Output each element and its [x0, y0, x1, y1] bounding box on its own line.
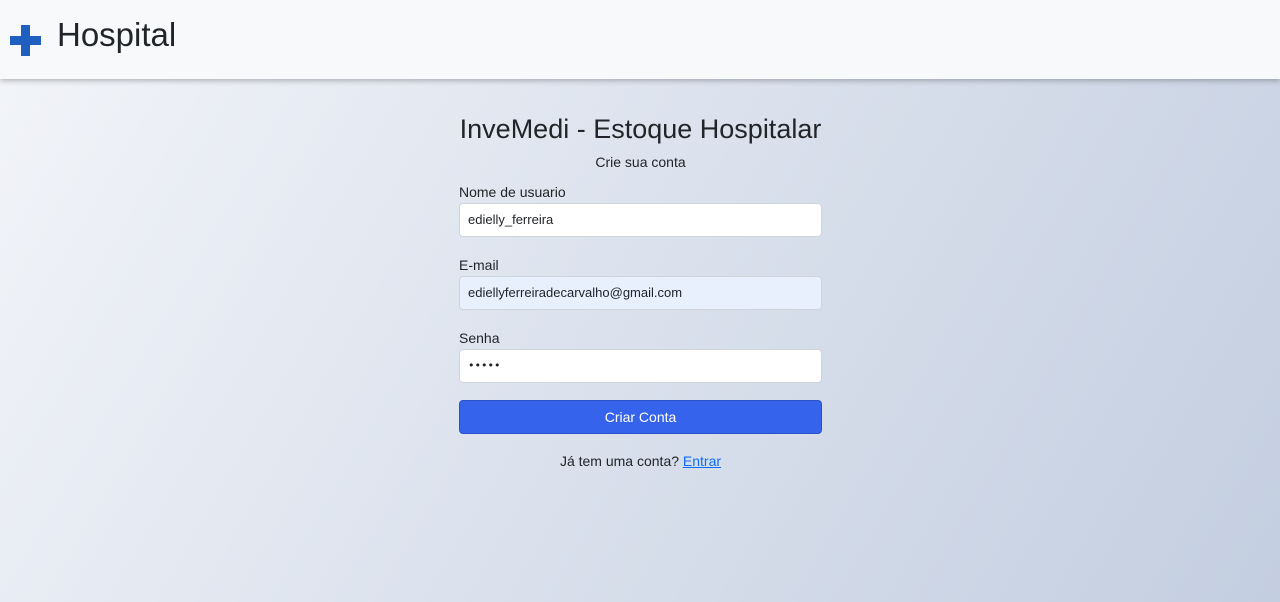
username-label: Nome de usuario — [459, 184, 566, 200]
signup-form: InveMedi - Estoque Hospitalar Crie sua c… — [459, 112, 822, 470]
password-label: Senha — [459, 330, 500, 346]
create-account-button[interactable]: Criar Conta — [459, 400, 822, 434]
email-label: E-mail — [459, 257, 499, 273]
username-input[interactable]: edielly_ferreira — [459, 203, 822, 237]
password-group: Senha ••••• — [459, 329, 822, 383]
page-title: InveMedi - Estoque Hospitalar — [459, 114, 822, 144]
username-group: Nome de usuario edielly_ferreira — [459, 183, 822, 237]
email-group: E-mail ediellyferreiradecarvalho@gmail.c… — [459, 256, 822, 310]
navbar: Hospital — [0, 0, 1280, 79]
email-input[interactable]: ediellyferreiradecarvalho@gmail.com — [459, 276, 822, 310]
password-input[interactable]: ••••• — [459, 349, 822, 383]
login-prompt-row: Já tem uma conta? Entrar — [459, 452, 822, 470]
medical-cross-icon[interactable] — [10, 25, 41, 56]
brand-title[interactable]: Hospital — [57, 16, 176, 54]
login-prompt-text: Já tem uma conta? — [559, 453, 680, 469]
page-subtitle: Crie sua conta — [595, 154, 686, 170]
login-link[interactable]: Entrar — [683, 453, 721, 469]
